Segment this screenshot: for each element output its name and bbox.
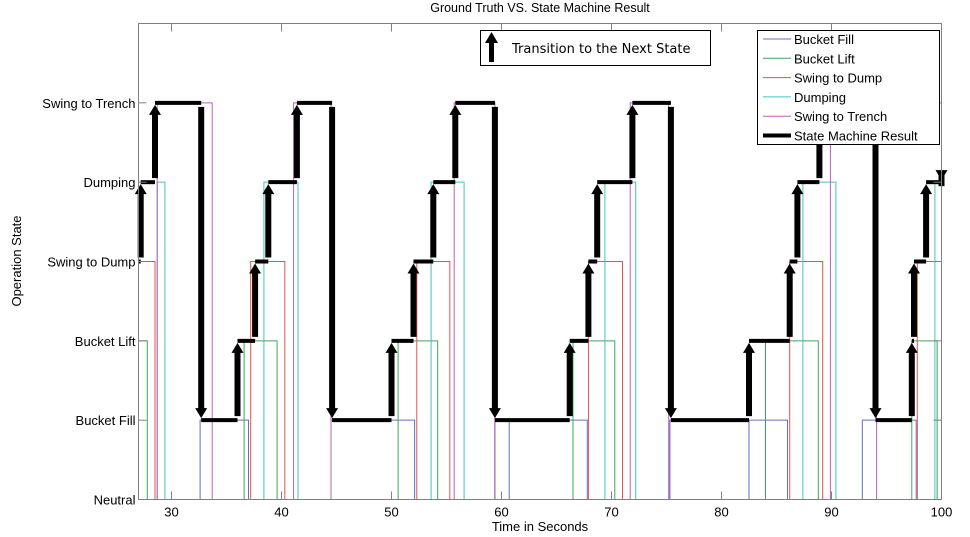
y-tick-label: Neutral	[94, 493, 136, 508]
y-axis-label: Operation State	[9, 215, 24, 306]
x-tick-label: 30	[164, 505, 178, 520]
transition-arrow-head	[920, 184, 933, 195]
transition-arrow-head	[626, 104, 639, 115]
ground-truth-pulse-swing-to-dump	[138, 261, 156, 500]
y-tick-label: Swing to Dump	[47, 255, 135, 270]
y-tick-label: Dumping	[83, 175, 135, 190]
ground-truth-pulse-swing-to-dump	[416, 261, 451, 500]
transition-arrow-head	[231, 342, 244, 353]
chart-title: Ground Truth VS. State Machine Result	[430, 1, 650, 15]
x-tick-label: 40	[274, 505, 288, 520]
legend-box	[757, 30, 940, 145]
ground-truth-pulse-bucket-fill	[330, 419, 416, 500]
legend-label: Bucket Lift	[794, 51, 855, 66]
legend-label: Bucket Fill	[794, 32, 854, 47]
transition-arrow-head	[326, 408, 339, 419]
transition-arrow-head	[743, 342, 755, 353]
x-tick-label: 100	[931, 505, 953, 520]
legend-label: Swing to Trench	[794, 109, 887, 124]
transition-arrow-head	[591, 184, 604, 195]
legend-label: Swing to Dump	[794, 71, 882, 86]
transition-arrow-head	[427, 184, 440, 195]
transition-arrow-head	[195, 408, 208, 419]
ground-truth-pulse-bucket-fill	[669, 419, 750, 500]
x-axis-label: Time in Seconds	[492, 519, 589, 534]
ground-truth-pulse-bucket-lift	[243, 340, 278, 500]
legend: Bucket Fill Bucket Lift Swing to Dump Dumpi…	[757, 30, 940, 145]
legend-label: Dumping	[794, 90, 846, 105]
annotation-text: Transition to the Next State	[511, 42, 690, 57]
transition-arrow-head	[290, 104, 303, 115]
ground-truth-pulse-bucket-fill	[199, 419, 249, 500]
transition-arrow-head	[407, 263, 420, 274]
ground-truth-pulse-swing-to-dump	[587, 261, 623, 500]
x-tick-label: 50	[384, 505, 398, 520]
transition-arrow-head	[149, 104, 161, 115]
x-tick-label: 60	[494, 505, 508, 520]
chart-svg: 30 40 50 60 70 80 90 100 NeutralBucket FillBuck…	[9, 1, 953, 534]
y-tick-label: Bucket Fill	[76, 413, 136, 428]
transition-arrow-head	[563, 342, 576, 353]
ground-truth-pulse-swing-to-dump	[916, 261, 942, 500]
ground-truth-pulse-bucket-fill	[861, 419, 917, 500]
ground-truth-pulse-bucket-fill	[494, 419, 510, 500]
ground-truth-pulse-swing-to-trench	[453, 102, 496, 500]
transition-arrow-head	[791, 184, 804, 195]
ground-truth-pulse-swing-to-dump	[789, 261, 824, 500]
transition-annotation: Transition to the Next State	[480, 30, 711, 66]
transition-arrow-head	[134, 184, 147, 195]
y-tick-label: Bucket Lift	[75, 334, 136, 349]
x-tick-label: 70	[604, 505, 618, 520]
x-tick-label: 90	[824, 505, 838, 520]
transition-arrow-head	[908, 263, 920, 274]
transition-arrow-head	[664, 408, 677, 419]
transition-arrow-head	[488, 408, 501, 419]
ground-truth-pulse-bucket-fill	[669, 419, 788, 500]
ground-truth-pulse-swing-to-trench	[829, 102, 878, 500]
x-tick-label: 80	[714, 505, 728, 520]
y-axis-ticks: Neutral Bucket Fill Bucket Lift Swing to Du…	[42, 96, 942, 508]
transition-arrow-head	[783, 263, 796, 274]
ground-truth-pulse-dumping	[156, 181, 166, 500]
transition-arrow-head	[905, 342, 918, 353]
transition-arrow-head	[449, 104, 462, 115]
transition-arrow-head	[869, 408, 882, 419]
state-machine-lines	[134, 100, 948, 423]
y-tick-label: Swing to Trench	[42, 96, 135, 111]
transition-arrow-head	[385, 342, 398, 353]
legend-label: State Machine Result	[794, 129, 918, 144]
transition-arrow-head	[582, 263, 595, 274]
